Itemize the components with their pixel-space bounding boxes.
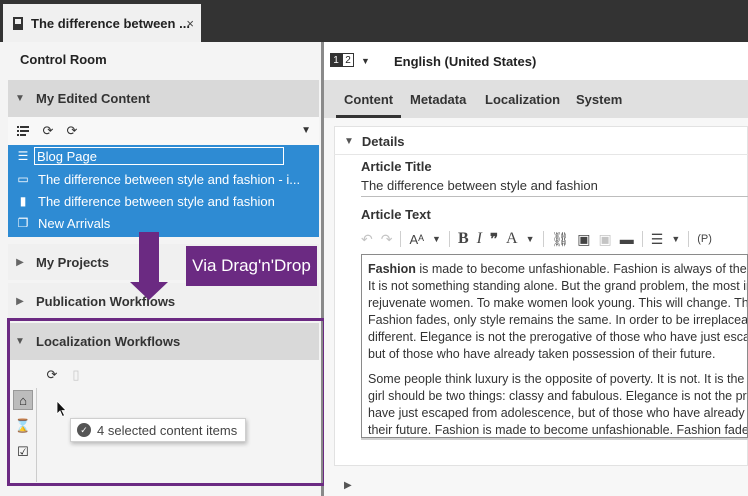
sync-icon[interactable]: ⟳ — [38, 121, 58, 141]
redo-icon[interactable]: ↷ — [381, 229, 393, 249]
article-text-editor[interactable]: Fashion is made to become unfashionable.… — [361, 254, 748, 438]
chevron-down-icon[interactable]: ▼ — [301, 125, 311, 136]
drag-arrow — [139, 232, 159, 284]
remove-image-icon[interactable]: ▣ — [599, 229, 612, 249]
list-item[interactable]: ▮ The difference between style and fashi… — [8, 190, 319, 212]
list-item-label: The difference between style and fashion — [38, 193, 275, 209]
field-underline — [361, 196, 748, 197]
editor-tabs: Content Metadata Localization System — [324, 80, 748, 118]
italic-button[interactable]: I — [477, 229, 482, 249]
my-edited-content-header[interactable]: ▼ My Edited Content — [8, 80, 319, 117]
editor-resize-handle[interactable] — [361, 438, 748, 440]
rename-input[interactable]: Blog Page — [34, 147, 284, 165]
divider — [400, 231, 402, 247]
font-color-button[interactable]: A — [506, 229, 518, 249]
section-label: My Edited Content — [36, 91, 151, 106]
article-icon: ▮ — [19, 194, 27, 208]
chevron-right-icon: ▶ — [16, 256, 24, 268]
bold-button[interactable]: B — [458, 229, 469, 249]
link-icon[interactable]: ⛓ — [552, 229, 570, 249]
highlight-box — [7, 318, 326, 486]
sync-alt-icon[interactable]: ⟳ — [62, 121, 82, 141]
article-title-label: Article Title — [361, 159, 432, 174]
drag-label: Via Drag'n'Drop — [186, 246, 317, 286]
control-room-title: Control Room — [20, 52, 107, 67]
article-title-field[interactable]: The difference between style and fashion — [361, 178, 598, 193]
document-tab[interactable]: The difference between ... × — [3, 4, 201, 42]
tab-localization[interactable]: Localization — [485, 80, 560, 118]
text-line: Fashion is made to become unfashionable.… — [368, 262, 748, 361]
quote-button[interactable]: ❞ — [490, 229, 498, 249]
undo-icon[interactable]: ↶ — [361, 229, 373, 249]
embed-icon[interactable]: ▬ — [620, 229, 634, 249]
font-size-button[interactable]: Aᴬ — [409, 229, 424, 249]
chevron-down-icon[interactable]: ▼ — [526, 229, 535, 249]
divider — [542, 231, 544, 247]
image-icon[interactable]: ▣ — [577, 229, 590, 249]
divider — [448, 231, 450, 247]
article-icon — [13, 16, 23, 30]
list-add-icon[interactable] — [14, 121, 34, 141]
list-item-label: The difference between style and fashion… — [38, 171, 301, 187]
tab-content[interactable]: Content — [335, 80, 402, 118]
chevron-down-icon: ▼ — [15, 93, 25, 104]
locale-switch-right: 2 — [342, 53, 354, 67]
list-item-label: New Arrivals — [38, 215, 111, 231]
collection-icon: ❐ — [17, 216, 29, 230]
locale-name: English (United States) — [394, 54, 537, 69]
tab-system[interactable]: System — [576, 80, 622, 118]
details-header[interactable]: ▼ Details — [344, 134, 405, 149]
edited-content-toolbar: ⟳ ⟳ ▼ — [8, 117, 319, 145]
article-text-label: Article Text — [361, 207, 431, 222]
list-item[interactable]: ☰ Blog Page — [8, 145, 319, 167]
align-icon[interactable]: ☰ — [651, 229, 664, 249]
divider — [334, 154, 748, 155]
list-item[interactable]: ▭ The difference between style and fashi… — [8, 168, 319, 190]
document-tab-title: The difference between ... — [31, 15, 190, 31]
section-label: My Projects — [36, 254, 109, 270]
richtext-toolbar: ↶ ↷ Aᴬ ▼ B I ❞ A ▼ ⛓ ▣ ▣ ▬ ☰ ▼ (P) — [361, 228, 748, 250]
chevron-down-icon: ▼ — [344, 136, 354, 147]
close-icon[interactable]: × — [186, 16, 194, 31]
collapsed-section[interactable]: ▶ — [334, 474, 748, 496]
chevron-right-icon: ▶ — [16, 295, 24, 307]
paragraph-button[interactable]: (P) — [697, 229, 712, 249]
section-label: Details — [361, 134, 405, 149]
chevron-right-icon: ▶ — [344, 479, 352, 491]
divider — [641, 231, 643, 247]
locale-switcher[interactable]: 1 2 — [330, 53, 354, 67]
chevron-down-icon[interactable]: ▼ — [361, 56, 370, 66]
list-item[interactable]: ❐ New Arrivals — [8, 212, 319, 234]
text-line: Some people think luxury is the opposite… — [368, 372, 748, 437]
edited-content-list: ☰ Blog Page ▭ The difference between sty… — [8, 145, 319, 237]
locale-switch-left: 1 — [330, 53, 342, 67]
divider — [688, 231, 690, 247]
tab-metadata[interactable]: Metadata — [410, 80, 466, 118]
page-icon: ☰ — [17, 149, 29, 163]
teaser-icon: ▭ — [17, 172, 29, 186]
drag-arrow-head — [130, 282, 168, 300]
chevron-down-icon[interactable]: ▼ — [432, 229, 441, 249]
chevron-down-icon[interactable]: ▼ — [671, 229, 680, 249]
